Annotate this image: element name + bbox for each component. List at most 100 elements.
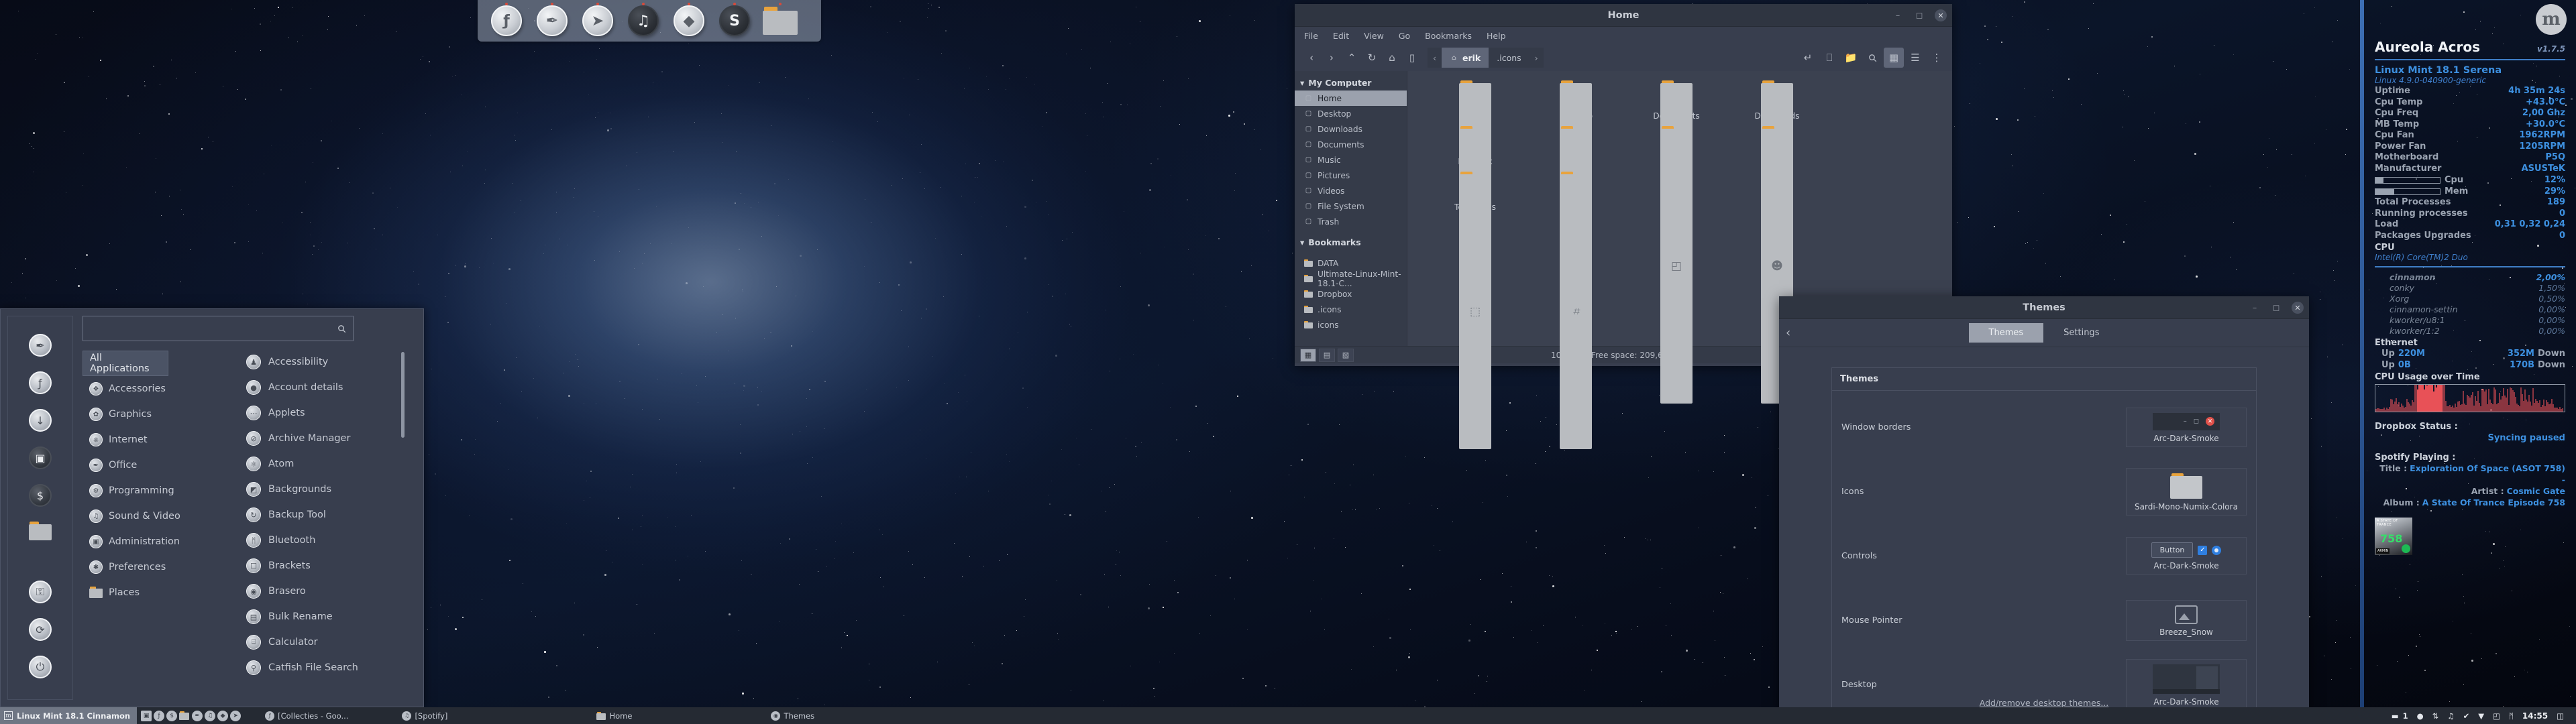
menu-category-programming[interactable]: ⚙ Programming bbox=[83, 478, 217, 503]
file-item-data[interactable]: DATA bbox=[1425, 80, 1525, 358]
dock-item-files-folder[interactable] bbox=[759, 2, 801, 40]
launcher-bowtie-icon[interactable]: ✒ bbox=[192, 710, 203, 721]
update-manager-icon[interactable]: ✔ bbox=[2463, 711, 2470, 721]
menu-category-places[interactable]: Places bbox=[83, 580, 217, 605]
menu-app-bluetooth[interactable]: ᛗ Bluetooth bbox=[246, 528, 417, 553]
dock-item-bowtie[interactable]: ✒ bbox=[531, 2, 573, 40]
breadcrumb-item-arrow[interactable]: ‹ bbox=[1428, 48, 1442, 68]
nemo-titlebar[interactable]: Home – ◻ ✕ bbox=[1295, 4, 1952, 27]
themes-navbar[interactable]: ‹ Themes Settings bbox=[1779, 319, 2309, 347]
themes-titlebar[interactable]: Themes – ◻ ✕ bbox=[1779, 296, 2309, 319]
bluetooth-icon[interactable]: ᛗ bbox=[2509, 711, 2514, 721]
open-terminal-icon[interactable]: ↵ bbox=[1798, 48, 1818, 68]
network-icon[interactable]: ⇅ bbox=[2432, 711, 2439, 721]
file-item-music[interactable]: ♫Music bbox=[1525, 126, 1626, 404]
nemo-menu-view[interactable]: View bbox=[1364, 31, 1384, 41]
maximize-icon[interactable]: ◻ bbox=[2270, 302, 2282, 314]
forward-icon[interactable]: › bbox=[1322, 48, 1342, 68]
list-view-icon[interactable]: ☰ bbox=[1905, 48, 1925, 68]
sidebar-item-file-system[interactable]: ▢ File System bbox=[1295, 198, 1407, 214]
taskbar-window-home[interactable]: Home bbox=[590, 707, 670, 724]
theme-card-controls[interactable]: Button ✓ Arc-Dark-Smoke bbox=[2126, 537, 2247, 575]
menu-category-all-applications[interactable]: All Applications bbox=[83, 351, 168, 376]
taskbar-window-collecties-goo[interactable]: ƒ [Collecties - Goo... bbox=[258, 707, 355, 724]
favorite-bowtie-icon[interactable]: ✒ bbox=[29, 334, 52, 357]
sidebar-item-home[interactable]: ▢ Home bbox=[1295, 90, 1407, 106]
file-item-templates[interactable]: ⬚Templates bbox=[1425, 172, 1525, 449]
menu-app-account-details[interactable]: ● Account details bbox=[246, 375, 417, 400]
sound-icon[interactable]: ♫ bbox=[2447, 711, 2454, 721]
icon-view-icon[interactable]: ▦ bbox=[1884, 48, 1904, 68]
reload-icon[interactable]: ↻ bbox=[1362, 48, 1382, 68]
theme-card-mouse-pointer[interactable]: Breeze_Snow bbox=[2126, 599, 2247, 641]
system-tray[interactable]: ▬ 1 ● ⇅ ♫ ✔ ▼ ◰ ᛗ 14:55 ◫ bbox=[2392, 711, 2576, 721]
file-item-public[interactable]: ☻Public bbox=[1727, 126, 1827, 404]
back-icon[interactable]: ‹ bbox=[1786, 326, 1790, 340]
taskbar-window-spotify[interactable]: ♫ [Spotify] bbox=[395, 707, 476, 724]
themes-window-buttons[interactable]: – ◻ ✕ bbox=[2249, 296, 2304, 319]
nemo-window-buttons[interactable]: – ◻ ✕ bbox=[1892, 4, 1947, 27]
taskbar-panel[interactable]: m Linux Mint 18.1 Cinnamon ▣ ƒ $ ✒ ♫ ◆ ➤ ƒ [Col… bbox=[0, 707, 2576, 724]
menu-category-office[interactable]: ✒ Office bbox=[83, 452, 217, 478]
menu-app-bulk-rename[interactable]: ▤ Bulk Rename bbox=[246, 604, 417, 629]
up-icon[interactable]: ⌃ bbox=[1342, 48, 1362, 68]
menu-category-accessories[interactable]: ❖ Accessories bbox=[83, 376, 217, 402]
file-item-dropbox[interactable]: Dropbox bbox=[1425, 126, 1525, 404]
themes-tabs[interactable]: Themes Settings bbox=[1968, 323, 2120, 343]
clock[interactable]: 14:55 bbox=[2522, 711, 2548, 721]
sidebar-item-desktop[interactable]: ▢ Desktop bbox=[1295, 106, 1407, 121]
workspace-switcher-icon[interactable]: ◫ bbox=[2557, 711, 2564, 721]
menu-app-accessibility[interactable]: ♟ Accessibility bbox=[246, 349, 417, 375]
file-grid[interactable]: DATA▣Desktop☰Documents↓Downloads Dropbox♫… bbox=[1425, 80, 1952, 449]
nemo-menu-edit[interactable]: Edit bbox=[1333, 31, 1349, 41]
menu-application-list[interactable]: ♟ Accessibility ● Account details ⋯ Applets ⊘ A… bbox=[217, 349, 417, 700]
themes-window[interactable]: Themes – ◻ ✕ ‹ Themes Settings Themes Win… bbox=[1779, 296, 2309, 718]
menu-app-backup-tool[interactable]: ↻ Backup Tool bbox=[246, 502, 417, 528]
sidebar-bookmark-dropbox[interactable]: Dropbox bbox=[1295, 286, 1407, 302]
favorite-terminal-icon[interactable]: $ bbox=[29, 484, 52, 507]
screenshot-icon[interactable]: ◰ bbox=[2493, 711, 2500, 721]
new-folder-icon[interactable]: 📁 bbox=[1841, 48, 1861, 68]
minimize-icon[interactable]: – bbox=[2249, 302, 2261, 314]
nemo-sidebar[interactable]: ▾ My Computer ▢ Home ▢ Desktop ▢ Downloads ▢ Docu… bbox=[1295, 71, 1407, 346]
terminal-icon[interactable]: ⎕ bbox=[1819, 48, 1839, 68]
sidebar-item-music[interactable]: ▢ Music bbox=[1295, 152, 1407, 168]
file-item-documents[interactable]: ☰Documents bbox=[1626, 80, 1727, 358]
messages-icon[interactable]: ▬ 1 bbox=[2392, 711, 2408, 721]
application-dock[interactable]: ƒ ✒ ➤ ♫ ◆ S bbox=[478, 0, 821, 42]
close-icon[interactable]: ✕ bbox=[1935, 9, 1947, 21]
menu-favorites-sidebar[interactable]: ✒ ƒ ↓ ▣ $ ⚿ ⟳ ⏻ bbox=[7, 316, 73, 700]
tray-icons[interactable]: ▬ 1 ● ⇅ ♫ ✔ ▼ ◰ ᛗ bbox=[2392, 711, 2514, 721]
sidebar-header-bookmarks[interactable]: ▾ Bookmarks bbox=[1295, 235, 1407, 250]
panel-launchers[interactable]: ▣ ƒ $ ✒ ♫ ◆ ➤ bbox=[137, 710, 245, 721]
file-item-desktop[interactable]: ▣Desktop bbox=[1525, 80, 1626, 358]
dock-item-inkscape[interactable]: ◆ bbox=[668, 2, 710, 40]
launcher-firefox-icon[interactable]: ƒ bbox=[154, 710, 165, 721]
icon-view-button[interactable]: ▦ bbox=[1300, 348, 1316, 362]
menu-app-catfish-file-search[interactable]: ⚲ Catfish File Search bbox=[246, 655, 417, 680]
launcher-show-desktop-icon[interactable]: ▣ bbox=[141, 710, 152, 721]
compact-view-icon[interactable]: ⋮ bbox=[1927, 48, 1947, 68]
window-list[interactable]: ƒ [Collecties - Goo... ♫ [Spotify] Home ◉ Them… bbox=[245, 707, 845, 724]
file-item-downloads[interactable]: ↓Downloads bbox=[1727, 80, 1827, 358]
sidebar-item-downloads[interactable]: ▢ Downloads bbox=[1295, 121, 1407, 137]
launcher-inkscape-icon[interactable]: ◆ bbox=[217, 710, 229, 721]
launcher-telegram-icon[interactable]: ➤ bbox=[230, 710, 241, 721]
file-item-pictures[interactable]: ◰Pictures bbox=[1626, 126, 1727, 404]
sidebar-item-documents[interactable]: ▢ Documents bbox=[1295, 137, 1407, 152]
menu-app-brackets[interactable]: ☐ Brackets bbox=[246, 553, 417, 579]
device-icon[interactable]: ▯ bbox=[1402, 48, 1422, 68]
user-icon[interactable]: ● bbox=[2417, 711, 2424, 721]
menu-category-list[interactable]: All Applications ❖ Accessories ✿ Graphics ⎈ In… bbox=[83, 349, 217, 700]
nemo-menu-go[interactable]: Go bbox=[1399, 31, 1410, 41]
favorite-screenshot-icon[interactable]: ▣ bbox=[29, 446, 52, 469]
favorite-logout-icon[interactable]: ⟳ bbox=[29, 618, 52, 641]
nemo-menu-bookmarks[interactable]: Bookmarks bbox=[1425, 31, 1472, 41]
nemo-toolbar-right[interactable]: ↵ ⎕ 📁 ▦ ☰ ⋮ bbox=[1798, 48, 1947, 68]
dropbox-icon[interactable]: ▼ bbox=[2478, 711, 2484, 721]
favorite-shutdown-icon[interactable]: ⏻ bbox=[29, 656, 52, 678]
menu-category-internet[interactable]: ⎈ Internet bbox=[83, 427, 217, 452]
menu-category-sound-video[interactable]: ♫ Sound & Video bbox=[83, 503, 217, 529]
favorite-files-icon[interactable] bbox=[29, 522, 52, 540]
launcher-files-icon[interactable] bbox=[179, 711, 190, 721]
